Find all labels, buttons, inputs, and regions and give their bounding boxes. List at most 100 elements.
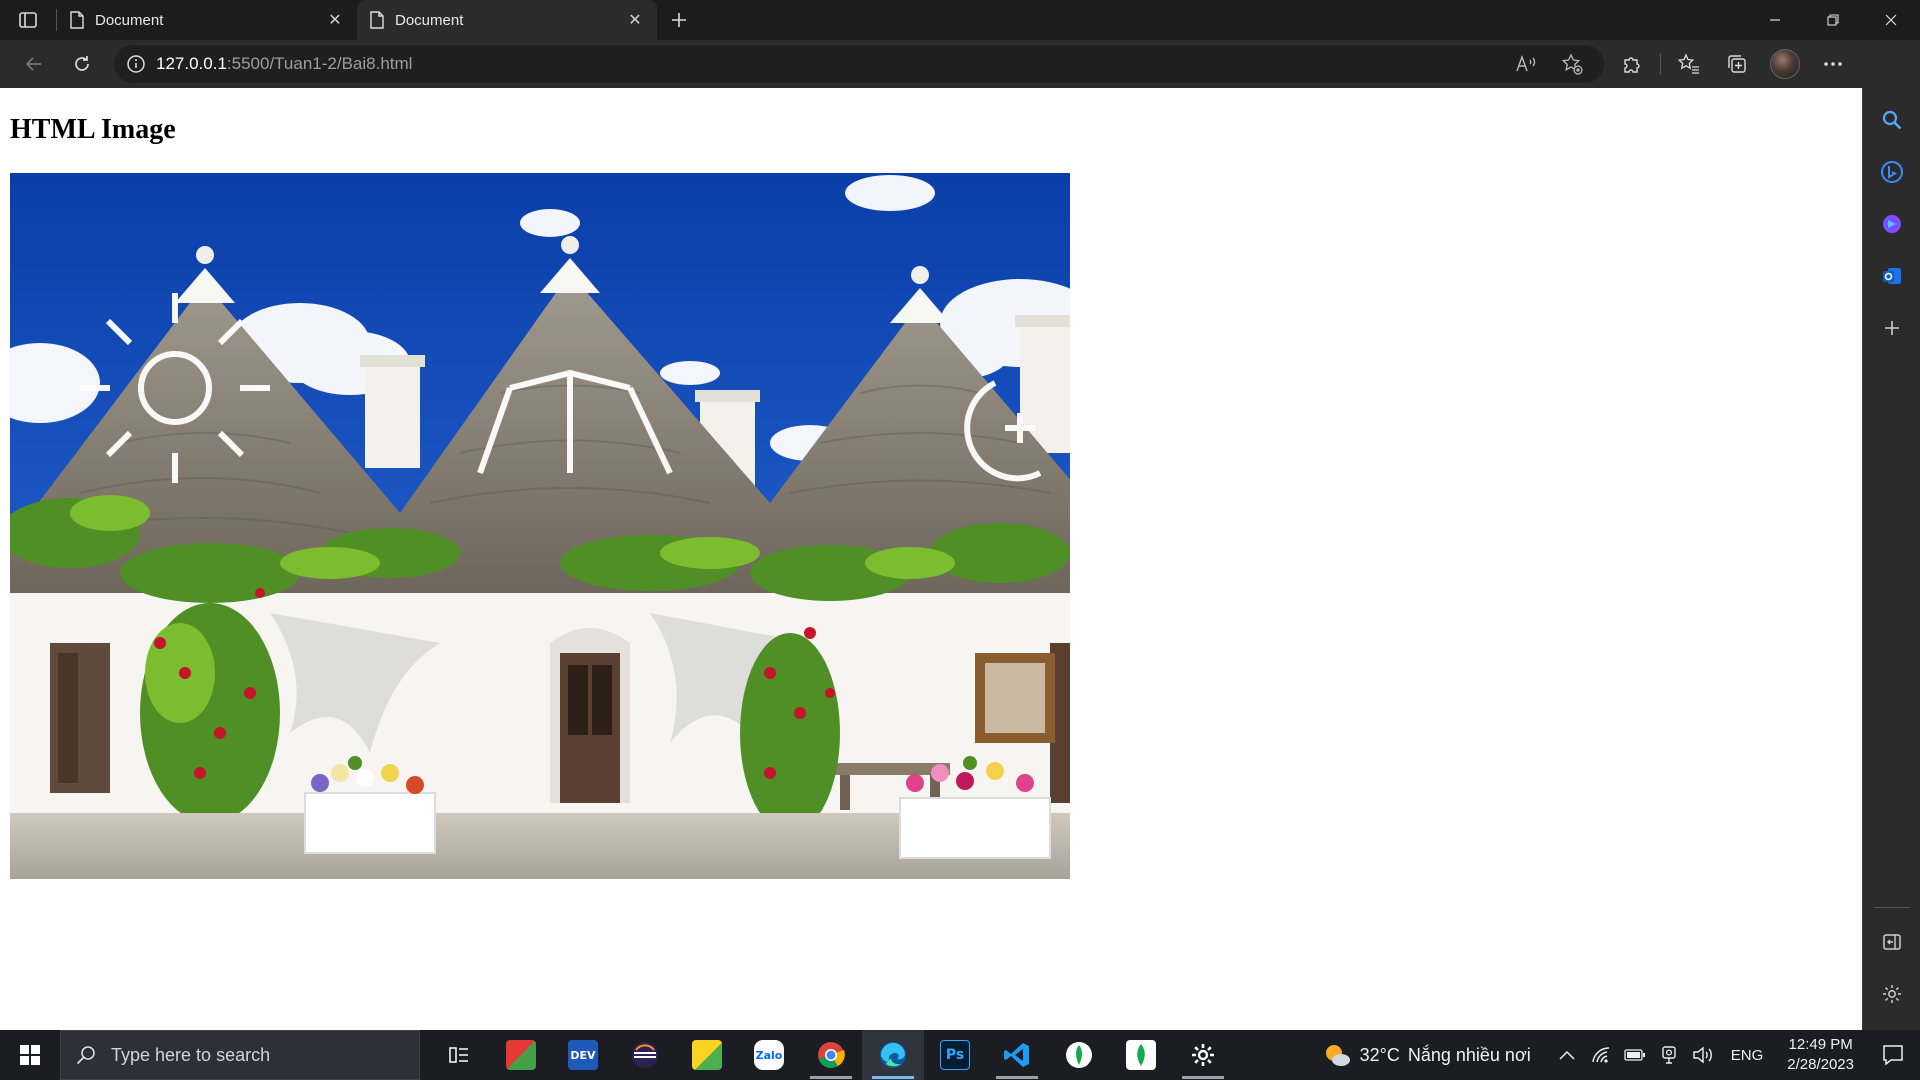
windows-icon — [20, 1045, 40, 1065]
webcam-icon — [1662, 1046, 1676, 1064]
zalo-icon: Zalo — [754, 1040, 784, 1070]
eclipse-icon — [632, 1042, 658, 1068]
clock-time: 12:49 PM — [1788, 1036, 1853, 1053]
outlook-icon — [1882, 268, 1901, 284]
page-viewport: HTML Image — [0, 88, 1862, 1030]
tab-title: Document — [395, 11, 464, 29]
battery-button[interactable] — [1623, 1043, 1647, 1067]
partly-sunny-icon — [1325, 1045, 1350, 1066]
clock-date: 2/28/2023 — [1787, 1056, 1854, 1073]
browser-toolbar: 127.0.0.1:5500/Tuan1-2/Bai8.html — [0, 40, 1920, 88]
add-favorite-button[interactable] — [1552, 44, 1592, 84]
sidebar-search-button[interactable] — [1872, 100, 1912, 140]
info-icon[interactable] — [126, 54, 146, 74]
tab-actions-button[interactable] — [0, 0, 56, 40]
address-bar[interactable]: 127.0.0.1:5500/Tuan1-2/Bai8.html — [114, 45, 1604, 83]
page-icon — [70, 11, 84, 29]
foxit-icon — [506, 1040, 536, 1070]
edge-sidebar — [1862, 88, 1920, 1030]
sidebar-designer-button[interactable] — [1872, 204, 1912, 244]
weather-temp: 32°C — [1359, 1044, 1400, 1065]
sidebar-outlook-button[interactable] — [1872, 256, 1912, 296]
taskbar-app-vscode[interactable] — [986, 1030, 1048, 1080]
meet-now-button[interactable] — [1657, 1043, 1681, 1067]
taskbar-app-mongodb-compass[interactable] — [1048, 1030, 1110, 1080]
input-language-indicator[interactable]: ENG — [1731, 1047, 1764, 1064]
url-text[interactable]: 127.0.0.1:5500/Tuan1-2/Bai8.html — [156, 54, 412, 74]
taskbar-app-zalo[interactable]: Zalo — [738, 1030, 800, 1080]
chrome-icon — [818, 1042, 845, 1069]
settings-more-button[interactable] — [1813, 44, 1853, 84]
close-icon — [1885, 14, 1897, 26]
mongodb-icon — [1126, 1040, 1156, 1070]
taskbar-search-box[interactable]: Type here to search — [60, 1030, 420, 1080]
extensions-button[interactable] — [1612, 44, 1652, 84]
favorites-icon — [1678, 53, 1699, 74]
battery-icon — [1624, 1049, 1645, 1061]
taskbar-app-devcpp[interactable]: DEV — [552, 1030, 614, 1080]
volume-button[interactable] — [1691, 1043, 1715, 1067]
taskbar-app-edge[interactable] — [862, 1030, 924, 1080]
star-plus-icon — [1561, 53, 1583, 75]
hide-sidebar-button[interactable] — [1872, 922, 1912, 962]
restore-button[interactable] — [1804, 0, 1862, 40]
taskbar-app-eclipse[interactable] — [614, 1030, 676, 1080]
close-tab-icon[interactable]: ✕ — [325, 10, 345, 30]
back-arrow-icon — [25, 57, 41, 71]
show-hidden-icons-button[interactable] — [1555, 1043, 1579, 1067]
system-tray: 32°C Nắng nhiều nơi ENG 12:49 PM 2/28/20… — [1322, 1030, 1920, 1080]
plus-icon — [1884, 321, 1899, 335]
refresh-button[interactable] — [62, 44, 102, 84]
taskbar-app-foxit[interactable] — [490, 1030, 552, 1080]
minimize-button[interactable] — [1746, 0, 1804, 40]
avatar — [1770, 49, 1800, 79]
trulli-image — [10, 173, 1070, 879]
read-aloud-button[interactable] — [1506, 44, 1546, 84]
taskbar-app-mongodb[interactable] — [1110, 1030, 1172, 1080]
sidebar-bing-button[interactable] — [1872, 152, 1912, 192]
taskbar-app-photoshop[interactable]: Ps — [924, 1030, 986, 1080]
close-window-button[interactable] — [1862, 0, 1920, 40]
search-icon — [76, 1046, 95, 1065]
network-button[interactable] — [1589, 1043, 1613, 1067]
tab-bar: Document ✕ Document ✕ — [0, 0, 1920, 40]
wifi-icon — [1592, 1047, 1609, 1063]
sidebar-settings-button[interactable] — [1872, 974, 1912, 1014]
tab-document-1[interactable]: Document ✕ — [57, 0, 357, 40]
taskbar-app-chrome[interactable] — [800, 1030, 862, 1080]
profile-button[interactable] — [1765, 44, 1805, 84]
tab-document-2[interactable]: Document ✕ — [357, 0, 657, 40]
taskbar-app-settings[interactable] — [1172, 1030, 1234, 1080]
page-title: HTML Image — [10, 114, 176, 145]
windows-taskbar: Type here to search DEV Zalo Ps 32°C Nắn… — [0, 1030, 1920, 1080]
weather-widget[interactable]: 32°C Nắng nhiều nơi — [1322, 1041, 1531, 1069]
task-view-button[interactable] — [428, 1030, 490, 1080]
photoshop-icon: Ps — [940, 1040, 970, 1070]
read-aloud-icon — [1516, 54, 1536, 72]
search-icon — [1882, 110, 1901, 130]
plus-icon — [672, 13, 686, 27]
weather-description: Nắng nhiều nơi — [1407, 1044, 1531, 1065]
taskbar-clock[interactable]: 12:49 PM 2/28/2023 — [1787, 1035, 1854, 1075]
window-controls — [1746, 0, 1920, 40]
new-tab-button[interactable] — [657, 0, 701, 40]
collections-icon — [1728, 55, 1746, 73]
taskbar-apps: DEV Zalo Ps — [428, 1030, 1234, 1080]
designer-icon — [1882, 215, 1901, 233]
restore-icon — [1827, 14, 1839, 26]
task-view-icon — [449, 1047, 468, 1063]
close-tab-icon[interactable]: ✕ — [625, 10, 645, 30]
back-button[interactable] — [14, 44, 54, 84]
action-center-button[interactable] — [1872, 1030, 1914, 1080]
gear-icon — [1192, 1044, 1214, 1066]
collections-button[interactable] — [1717, 44, 1757, 84]
sidebar-add-button[interactable] — [1872, 308, 1912, 348]
vscode-icon — [1004, 1043, 1029, 1067]
speaker-icon — [1693, 1046, 1712, 1064]
taskbar-app-sticky-notes[interactable] — [676, 1030, 738, 1080]
edge-icon — [880, 1042, 906, 1068]
start-button[interactable] — [0, 1030, 60, 1080]
search-placeholder: Type here to search — [111, 1044, 271, 1065]
favorites-button[interactable] — [1669, 44, 1709, 84]
minimize-icon — [1770, 19, 1780, 21]
